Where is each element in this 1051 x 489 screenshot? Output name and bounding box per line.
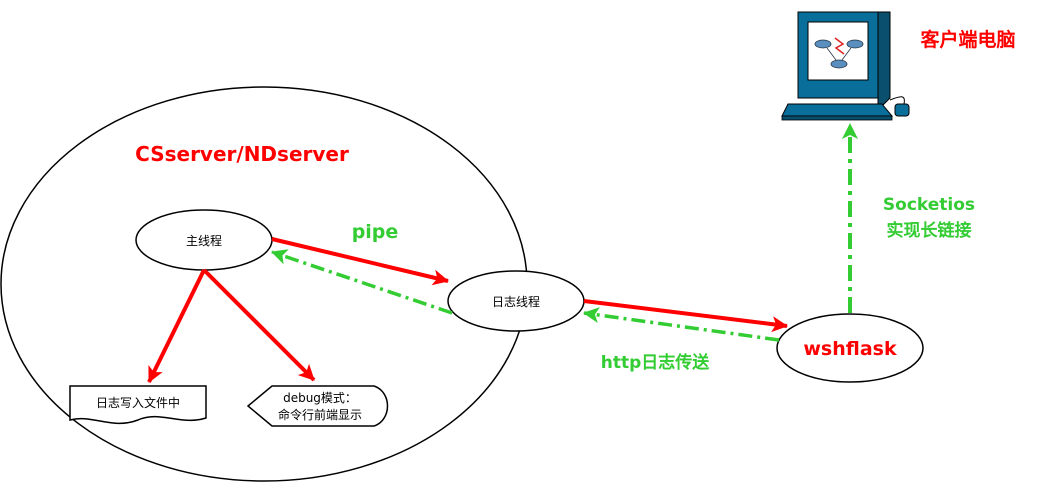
socketio-label-line1: Socketios	[883, 195, 975, 215]
computer-workstation-icon	[781, 11, 910, 121]
client-title: 客户端电脑	[920, 28, 1015, 51]
main-thread-label: 主线程	[186, 233, 222, 248]
architecture-diagram: CSserver/NDserver 主线程 日志线程 wshflask 日志写入…	[0, 11, 1016, 482]
arrow-log-to-wshflask	[583, 299, 788, 333]
arrow-wshflask-to-log	[583, 307, 780, 342]
debug-label-line1: debug模式：	[283, 391, 357, 405]
log-thread-label: 日志线程	[492, 294, 540, 309]
http-label: http日志传送	[601, 352, 711, 373]
socketio-label-line2: 实现长链接	[887, 220, 972, 241]
debug-label-line2: 命令行前端显示	[278, 407, 362, 422]
pipe-label: pipe	[352, 221, 399, 243]
wshflask-label: wshflask	[803, 338, 897, 360]
write-file-label: 日志写入文件中	[96, 395, 180, 410]
server-title: CSserver/NDserver	[135, 142, 349, 166]
